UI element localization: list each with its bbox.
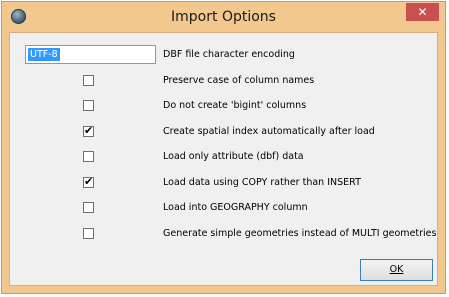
no-bigint-checkbox[interactable] <box>83 100 94 111</box>
ok-button-label: OK <box>389 264 404 275</box>
preserve-case-label: Preserve case of column names <box>163 75 315 86</box>
preserve-case-checkbox[interactable] <box>83 75 94 86</box>
geography-checkbox[interactable] <box>83 202 94 213</box>
ok-button[interactable]: OK <box>360 259 433 281</box>
title-bar[interactable]: Import Options ✕ <box>2 2 445 32</box>
attribute-only-checkbox[interactable] <box>83 151 94 162</box>
attribute-only-label: Load only attribute (dbf) data <box>163 151 304 162</box>
geography-label: Load into GEOGRAPHY column <box>163 202 308 213</box>
check-mark-icon: ✔ <box>84 124 94 137</box>
spatial-index-label: Create spatial index automatically after… <box>163 126 375 137</box>
simple-geometries-checkbox[interactable] <box>83 228 94 239</box>
check-mark-icon: ✔ <box>84 175 94 188</box>
encoding-value: UTF-8 <box>28 48 60 61</box>
close-button[interactable]: ✕ <box>406 3 439 21</box>
encoding-input[interactable]: UTF-8 <box>25 45 156 64</box>
encoding-label: DBF file character encoding <box>163 49 295 60</box>
use-copy-checkbox[interactable]: ✔ <box>83 175 94 188</box>
use-copy-label: Load data using COPY rather than INSERT <box>163 177 361 188</box>
simple-geometries-label: Generate simple geometries instead of MU… <box>163 228 437 239</box>
window-title: Import Options <box>171 9 276 25</box>
import-options-window: Import Options ✕ UTF-8 DBF file characte… <box>1 1 446 294</box>
no-bigint-label: Do not create 'bigint' columns <box>163 100 307 111</box>
spatial-index-checkbox[interactable]: ✔ <box>83 124 94 137</box>
dialog-body: UTF-8 DBF file character encoding Preser… <box>9 32 438 286</box>
